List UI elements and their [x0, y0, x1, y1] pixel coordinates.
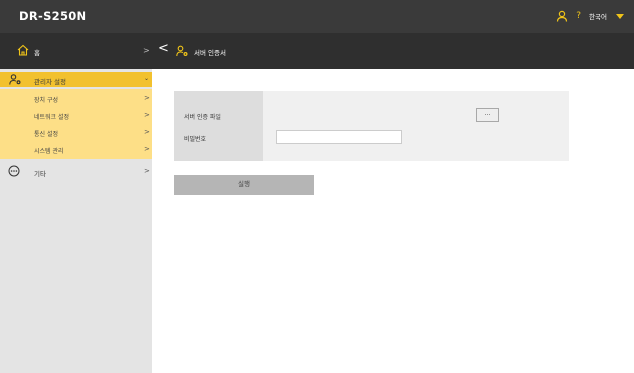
top-right-controls: ? 한국어 — [556, 9, 624, 23]
back-button[interactable]: < — [158, 42, 169, 56]
sidebar-item-label: 네트워크 설정 — [34, 114, 70, 121]
sidebar-item-admin-settings[interactable]: 관리자 설정 ⌄ — [0, 72, 152, 87]
sidebar-item-label: 관리자 설정 — [34, 78, 66, 86]
chevron-right-icon: > — [144, 111, 150, 119]
sidebar-item-device-config[interactable]: 장치 구성 > — [0, 90, 152, 107]
server-cert-file-label: 서버 인증 파일 — [184, 114, 221, 121]
sidebar: 관리자 설정 ⌄ 장치 구성 > 네트워크 설정 > 통신 설정 > 시스템 관… — [0, 69, 152, 373]
app-title: DR-S250N — [19, 9, 87, 23]
sidebar-item-network-settings[interactable]: 네트워크 설정 > — [0, 107, 152, 124]
chevron-right-icon: > — [144, 145, 150, 153]
admin-gear-icon — [176, 45, 188, 57]
admin-gear-icon — [9, 74, 21, 85]
sidebar-item-label: 시스템 관리 — [34, 148, 64, 155]
chevron-down-icon[interactable] — [616, 13, 624, 19]
sidebar-submenu: 장치 구성 > 네트워크 설정 > 통신 설정 > 시스템 관리 > — [0, 89, 152, 159]
top-bar: DR-S250N ? 한국어 — [0, 0, 634, 33]
chevron-right-icon: > — [144, 167, 150, 175]
chevron-down-icon: ⌄ — [144, 75, 150, 82]
password-field[interactable] — [276, 130, 402, 144]
chevron-right-icon: > — [143, 46, 150, 55]
page-title: 서버 인증서 — [194, 49, 226, 57]
sidebar-item-label: 통신 설정 — [34, 131, 58, 138]
sidebar-item-etc[interactable]: 기타 > — [0, 163, 152, 179]
form-label-column — [174, 91, 263, 161]
chevron-right-icon: > — [144, 94, 150, 102]
nav-bar: 홈 > < 서버 인증서 — [0, 33, 634, 69]
user-icon[interactable] — [556, 10, 568, 22]
home-icon[interactable] — [17, 44, 29, 56]
help-icon[interactable]: ? — [576, 11, 581, 21]
execute-button[interactable]: 실행 — [174, 175, 314, 195]
sidebar-item-label: 기타 — [34, 170, 46, 178]
home-link[interactable]: 홈 — [34, 47, 40, 57]
chevron-right-icon: > — [144, 128, 150, 136]
browse-file-button[interactable]: ... — [476, 108, 499, 122]
password-label: 비밀번호 — [184, 136, 207, 143]
sidebar-item-system-management[interactable]: 시스템 관리 > — [0, 141, 152, 158]
language-select[interactable]: 한국어 — [589, 11, 607, 21]
sidebar-item-communication-settings[interactable]: 통신 설정 > — [0, 124, 152, 141]
sidebar-item-label: 장치 구성 — [34, 97, 58, 104]
more-icon — [8, 165, 20, 177]
